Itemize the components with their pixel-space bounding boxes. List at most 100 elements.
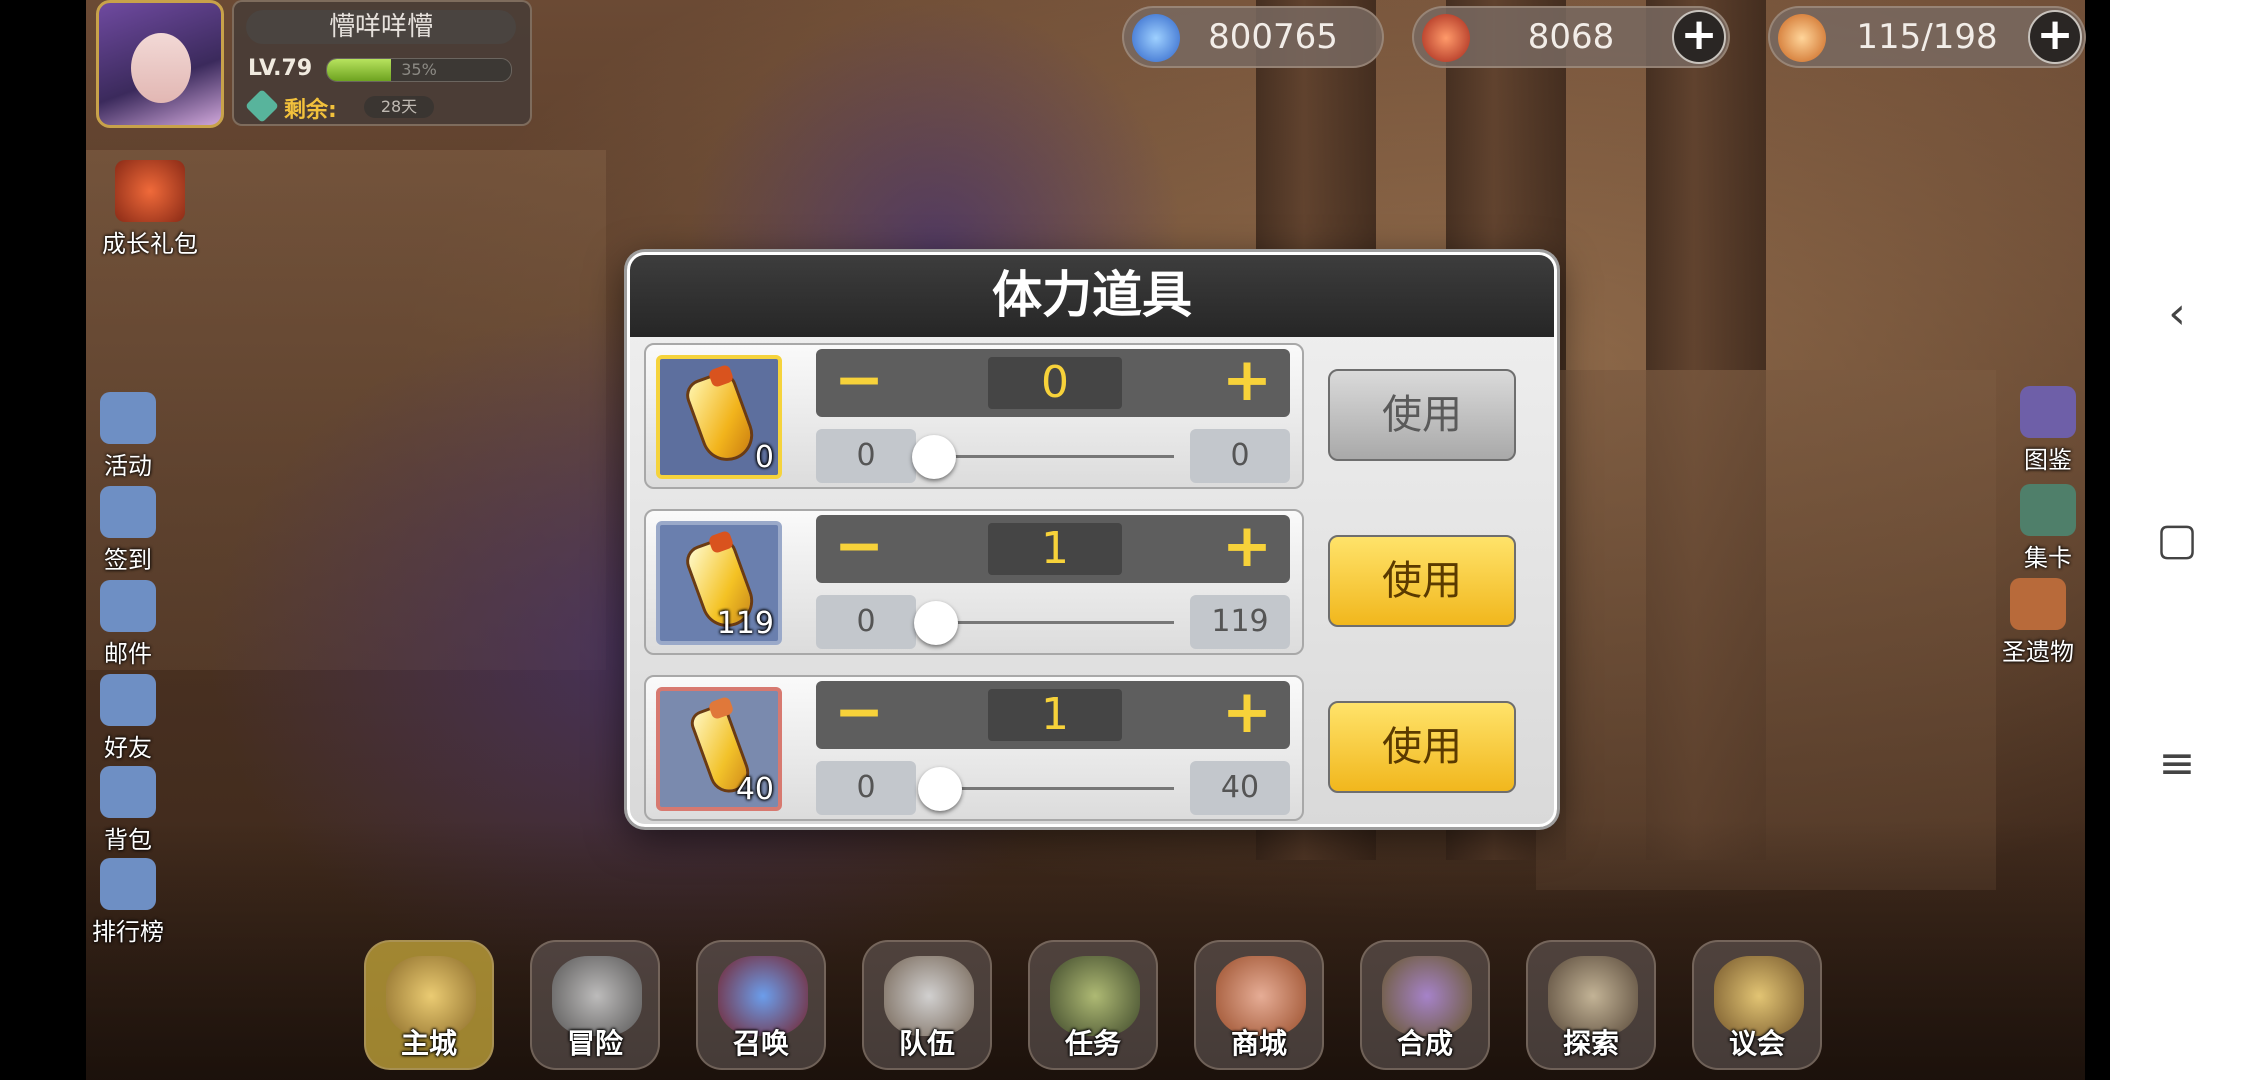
sidebar-label: 排行榜: [92, 918, 164, 946]
stamina-item-row: 119 − 1 + 0 119: [644, 509, 1304, 655]
slider-min-value: 0: [816, 761, 916, 815]
quantity-value: 0: [988, 357, 1122, 409]
player-avatar[interactable]: [96, 0, 224, 128]
nav-label: 探索: [1562, 1027, 1619, 1060]
relic-icon: [2010, 578, 2066, 630]
gem-icon: [1422, 14, 1470, 62]
bar-chart-icon: [100, 858, 156, 910]
crystal-value: 800765: [1208, 17, 1338, 57]
home-icon[interactable]: ▢: [2147, 510, 2207, 570]
book-icon: [2020, 386, 2076, 438]
growth-gift-button[interactable]: 成长礼包: [100, 160, 200, 259]
item-count: 40: [735, 772, 774, 807]
dialog-header: 体力道具: [630, 255, 1554, 337]
stamina-item-row: 40 − 1 + 0 40: [644, 675, 1304, 821]
nav-adventure[interactable]: 冒险: [530, 940, 660, 1070]
xp-percent: 35%: [401, 60, 437, 79]
nav-quests[interactable]: 任务: [1028, 940, 1158, 1070]
nav-team[interactable]: 队伍: [862, 940, 992, 1070]
sidebar-item-mail[interactable]: 邮件: [78, 580, 178, 669]
player-level: LV.79: [248, 56, 313, 81]
avatar-face: [131, 33, 191, 103]
quantity-value: 1: [988, 523, 1122, 575]
sidebar-label: 邮件: [104, 640, 152, 668]
decrease-button[interactable]: −: [824, 349, 894, 417]
crystal-currency: 800765: [1122, 6, 1384, 68]
menu-icon[interactable]: ≡: [2147, 734, 2207, 794]
sidebar-label: 签到: [104, 546, 152, 574]
quantity-stepper: − 0 +: [816, 349, 1290, 417]
sidebar-item-bag[interactable]: 背包: [78, 766, 178, 855]
growth-gift-label: 成长礼包: [102, 230, 198, 258]
quantity-slider[interactable]: [914, 601, 1174, 645]
ticket-icon: [245, 89, 279, 123]
slider-handle[interactable]: [918, 767, 962, 811]
use-button[interactable]: 使用: [1328, 535, 1516, 627]
crystal-icon: [1132, 14, 1180, 62]
nav-explore[interactable]: 探索: [1526, 940, 1656, 1070]
stamina-value: 115/198: [1856, 17, 1998, 57]
backpack-icon: [100, 766, 156, 818]
nav-label: 合成: [1396, 1027, 1453, 1060]
nav-synthesis[interactable]: 合成: [1360, 940, 1490, 1070]
gem-value: 8068: [1527, 17, 1615, 57]
add-stamina-button[interactable]: +: [2028, 10, 2082, 64]
sidebar-item-relics[interactable]: 圣遗物: [1988, 578, 2088, 667]
nav-label: 商城: [1230, 1027, 1287, 1060]
back-icon[interactable]: ‹: [2147, 284, 2207, 344]
quantity-stepper: − 1 +: [816, 515, 1290, 583]
increase-button[interactable]: +: [1212, 681, 1282, 749]
stamina-icon: [1778, 14, 1826, 62]
item-slot[interactable]: 40: [656, 687, 782, 811]
quantity-slider[interactable]: [918, 767, 1174, 811]
player-name: 懵咩咩懵: [246, 10, 516, 44]
increase-button[interactable]: +: [1212, 515, 1282, 583]
nav-shop[interactable]: 商城: [1194, 940, 1324, 1070]
sidebar-label: 好友: [104, 734, 152, 762]
android-navigation-bar: ‹ ▢ ≡: [2110, 0, 2244, 1080]
slider-handle[interactable]: [912, 435, 956, 479]
nav-label: 召唤: [732, 1027, 789, 1060]
quantity-stepper: − 1 +: [816, 681, 1290, 749]
sidebar-item-events[interactable]: 活动: [78, 392, 178, 481]
nav-summon[interactable]: 召唤: [696, 940, 826, 1070]
sidebar-item-checkin[interactable]: 签到: [78, 486, 178, 575]
xp-bar: 35%: [326, 58, 512, 82]
sidebar-item-friends[interactable]: 好友: [78, 674, 178, 763]
slider-max-value: 0: [1190, 429, 1290, 483]
dialog-title: 体力道具: [992, 266, 1192, 324]
stamina-items-dialog: 体力道具 0 − 0 + 0 0 使用 119 − 1 + 0 119 使用 4…: [627, 252, 1557, 827]
mail-icon: [100, 580, 156, 632]
nav-main-city[interactable]: 主城: [364, 940, 494, 1070]
nav-label: 任务: [1064, 1027, 1121, 1060]
nav-label: 主城: [400, 1027, 457, 1060]
item-slot[interactable]: 0: [656, 355, 782, 479]
calendar-check-icon: [100, 486, 156, 538]
sidebar-label: 集卡: [2024, 544, 2072, 572]
slider-handle[interactable]: [914, 601, 959, 645]
sidebar-item-ranking[interactable]: 排行榜: [78, 858, 178, 947]
sidebar-label: 背包: [104, 826, 152, 854]
friend-icon: [100, 674, 156, 726]
nav-label: 议会: [1728, 1027, 1785, 1060]
stamina-currency: 115/198 +: [1768, 6, 2086, 68]
remaining-label: 剩余:: [284, 98, 337, 123]
slider-min-value: 0: [816, 429, 916, 483]
decrease-button[interactable]: −: [824, 515, 894, 583]
slider-max-value: 40: [1190, 761, 1290, 815]
increase-button[interactable]: +: [1212, 349, 1282, 417]
sidebar-item-codex[interactable]: 图鉴: [1998, 386, 2098, 475]
sidebar-label: 圣遗物: [2002, 638, 2074, 666]
decrease-button[interactable]: −: [824, 681, 894, 749]
use-button[interactable]: 使用: [1328, 369, 1516, 461]
quantity-slider[interactable]: [912, 435, 1174, 479]
sidebar-label: 图鉴: [2024, 446, 2072, 474]
remaining-days: 28天: [364, 96, 434, 118]
slider-min-value: 0: [816, 595, 916, 649]
item-slot[interactable]: 119: [656, 521, 782, 645]
nav-council[interactable]: 议会: [1692, 940, 1822, 1070]
sidebar-item-card-collection[interactable]: 集卡: [1998, 484, 2098, 573]
use-button[interactable]: 使用: [1328, 701, 1516, 793]
player-info-panel[interactable]: 懵咩咩懵 LV.79 35% 剩余: 28天: [232, 0, 532, 126]
add-gem-button[interactable]: +: [1672, 10, 1726, 64]
